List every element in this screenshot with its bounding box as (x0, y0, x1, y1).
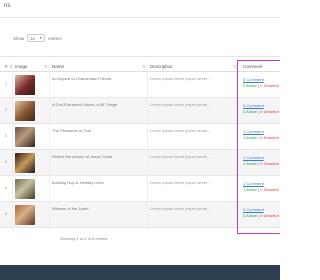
column-divider (12, 62, 13, 232)
entries-select[interactable]: 10 ▼ (27, 34, 46, 42)
row-number: 4 (5, 159, 8, 164)
column-divider (147, 62, 148, 232)
header-number[interactable]: # (5, 64, 8, 69)
page-title: ns (4, 3, 11, 9)
row-description: Lorem ipsum lorem ipsum lorem ... (150, 180, 212, 185)
sort-icon[interactable]: ⇅ (233, 64, 236, 69)
divider (0, 56, 280, 57)
row-thumbnail (15, 179, 35, 199)
row-number: 1 (5, 81, 8, 86)
row-description: Lorem ipsum lorem ipsum lorem ... (150, 76, 212, 81)
row-number: 6 (5, 211, 8, 216)
row-name: The Pleasures of God (52, 128, 91, 133)
row-name: An Appeal to Charismatic Friends (52, 76, 112, 81)
page-header: ns (0, 0, 280, 18)
chevron-down-icon: ▼ (39, 36, 43, 40)
show-entries: Show 10 ▼ entries (13, 34, 62, 42)
entries-label: entries (48, 35, 62, 41)
row-thumbnail (15, 127, 35, 147)
row-description: Lorem ipsum lorem ipsum lorem ... (150, 102, 212, 107)
sort-icon[interactable]: ⇅ (142, 64, 145, 69)
header-image[interactable]: Image (15, 64, 28, 69)
row-thumbnail (15, 153, 35, 173)
sort-icon[interactable]: ⇅ (44, 64, 47, 69)
comment-column-highlight (237, 60, 280, 234)
row-number: 5 (5, 185, 8, 190)
row-number: 2 (5, 107, 8, 112)
row-description: Lorem ipsum lorem ipsum lorem ... (150, 154, 212, 159)
header-name[interactable]: Name (52, 64, 64, 69)
table-info: Showing 1 to 6 of 6 entries (60, 236, 108, 241)
row-name: Building Hop & Healthy Lives (52, 180, 104, 185)
row-thumbnail (15, 75, 35, 95)
column-divider (49, 62, 50, 232)
entries-select-value: 10 (30, 35, 35, 41)
row-thumbnail (15, 205, 35, 225)
show-label: Show (13, 35, 25, 41)
row-name: Reflect the person of Jesus Christ (52, 154, 113, 159)
row-name: A God Entranced Vision of All Things (52, 102, 118, 107)
row-description: Lorem ipsum lorem ipsum lorem ... (150, 128, 212, 133)
header-description[interactable]: Description (150, 64, 173, 69)
row-description: Lorem ipsum lorem ipsum lorem ... (150, 206, 212, 211)
row-thumbnail (15, 101, 35, 121)
row-number: 3 (5, 133, 8, 138)
row-name: Witness of the Lamb (52, 206, 89, 211)
footer-bar (0, 265, 280, 280)
